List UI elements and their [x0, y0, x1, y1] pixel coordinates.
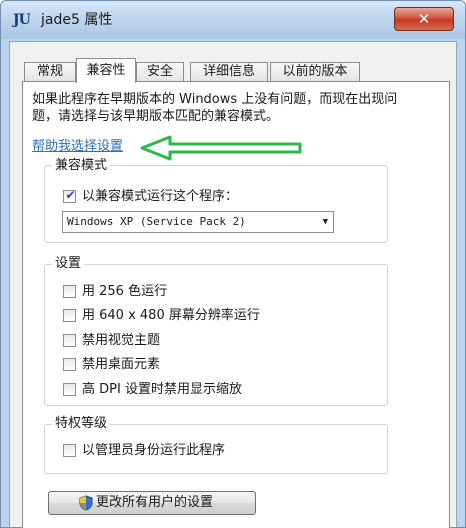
- selected-os: Windows XP (Service Pack 2): [67, 215, 246, 228]
- chevron-down-icon[interactable]: ▼: [323, 212, 328, 232]
- tab-previous-versions[interactable]: 以前的版本: [270, 62, 360, 82]
- uac-shield-icon: [79, 495, 93, 511]
- help-choose-settings-link[interactable]: 帮助我选择设置: [32, 139, 123, 155]
- checkbox-disable-dpi-scaling[interactable]: 高 DPI 设置时禁用显示缩放: [63, 381, 363, 399]
- checkbox-box[interactable]: [63, 309, 76, 322]
- title-bar[interactable]: JU jade5 属性 ✕: [1, 1, 465, 39]
- checkbox-label: 以管理员身份运行此程序: [82, 443, 226, 458]
- checkbox-disable-desktop-composition[interactable]: 禁用桌面元素: [63, 356, 363, 374]
- checkbox-box[interactable]: [63, 383, 76, 396]
- checkbox-box[interactable]: [63, 358, 76, 371]
- tab-security[interactable]: 安全: [136, 62, 184, 82]
- window-title: jade5 属性: [41, 12, 113, 28]
- checkbox-box[interactable]: [63, 334, 76, 347]
- app-icon: JU: [13, 12, 31, 28]
- run-as-admin-checkbox[interactable]: 以管理员身份运行此程序: [63, 442, 323, 460]
- compat-mode-label: 兼容模式: [52, 158, 111, 174]
- close-button[interactable]: ✕: [394, 7, 454, 31]
- settings-label: 设置: [52, 256, 85, 272]
- privilege-label: 特权等级: [52, 416, 111, 432]
- compat-mode-select[interactable]: Windows XP (Service Pack 2) ▼: [62, 211, 334, 233]
- tab-details[interactable]: 详细信息: [190, 62, 268, 82]
- green-arrow-icon: [140, 135, 302, 161]
- tab-general[interactable]: 常规: [24, 62, 76, 82]
- tab-compatibility[interactable]: 兼容性: [76, 58, 136, 83]
- run-compat-mode-checkbox[interactable]: ✔ 以兼容模式运行这个程序：: [63, 188, 323, 206]
- checkbox-label: 用 256 色运行: [82, 284, 168, 299]
- checkbox-label: 以兼容模式运行这个程序：: [82, 189, 239, 204]
- checkbox-disable-visual-themes[interactable]: 禁用视觉主题: [63, 332, 363, 350]
- check-icon: ✔: [65, 188, 76, 202]
- checkbox-label: 禁用视觉主题: [82, 333, 161, 348]
- button-label: 更改所有用户的设置: [96, 495, 214, 510]
- change-all-users-button[interactable]: 更改所有用户的设置: [48, 491, 256, 515]
- close-icon: ✕: [417, 10, 431, 28]
- checkbox-256-colors[interactable]: 用 256 色运行: [63, 283, 363, 301]
- checkbox-box[interactable]: [63, 444, 76, 457]
- checkbox-label: 高 DPI 设置时禁用显示缩放: [82, 382, 242, 397]
- checkbox-box[interactable]: [63, 285, 76, 298]
- compat-description: 如果此程序在早期版本的 Windows 上没有问题，而现在出现问题，请选择与该早…: [32, 92, 398, 124]
- checkbox-label: 用 640 x 480 屏幕分辨率运行: [82, 308, 260, 323]
- checkbox-box[interactable]: ✔: [63, 188, 76, 203]
- checkbox-640x480[interactable]: 用 640 x 480 屏幕分辨率运行: [63, 307, 363, 325]
- checkbox-label: 禁用桌面元素: [82, 357, 161, 372]
